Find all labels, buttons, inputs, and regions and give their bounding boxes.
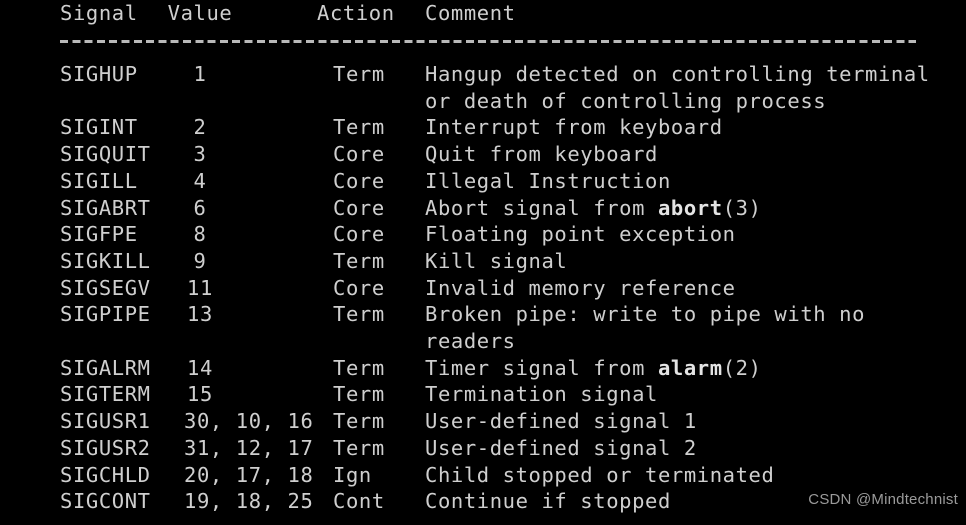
- table-row: SIGFPE 8 Core Floating point exception: [0, 221, 966, 248]
- terminal-screen: Signal Value Action Comment SIGHUP 1 Term H…: [0, 0, 966, 525]
- table-row: SIGQUIT 3 Core Quit from keyboard: [0, 141, 966, 168]
- cell-signal-name: SIGSEGV: [60, 275, 151, 300]
- comment-section-suffix: (3): [722, 195, 762, 220]
- table-row: SIGUSR2 31, 12, 17 Term User-defined signal…: [0, 435, 966, 462]
- table-row: SIGALRM 14 Term Timer signal from alarm(2): [0, 355, 966, 382]
- column-header-action: Action: [317, 1, 395, 25]
- cell-comment: Timer signal from alarm(2): [425, 355, 762, 382]
- cell-default-action: Term: [333, 435, 385, 460]
- cell-comment: Hangup detected on controlling terminal: [425, 62, 930, 86]
- cell-default-action: Term: [333, 115, 385, 140]
- cell-signal-name: SIGKILL: [60, 248, 151, 273]
- column-header-value: Value: [167, 1, 233, 25]
- cell-signal-name: SIGCONT: [60, 489, 151, 514]
- cell-signal-value: 8: [193, 222, 207, 247]
- table-row-continuation: or death of controlling process: [0, 88, 966, 115]
- cell-comment: Invalid memory reference: [425, 275, 736, 300]
- cell-signal-value: 31, 12, 17: [184, 435, 314, 460]
- cell-signal-value: 19, 18, 25: [184, 489, 314, 514]
- table-row: SIGCHLD 20, 17, 18 Ign Child stopped or ter…: [0, 462, 966, 489]
- cell-signal-value: 15: [187, 382, 213, 407]
- cell-comment: Floating point exception: [425, 222, 736, 247]
- table-row: SIGHUP 1 Term Hangup detected on controllin…: [0, 61, 966, 88]
- separator-dashes: [60, 40, 916, 43]
- cell-comment-continued: or death of controlling process: [425, 88, 827, 113]
- cell-signal-name: SIGILL: [60, 168, 138, 193]
- cell-comment: Abort signal from abort(3): [425, 195, 762, 222]
- watermark-label: CSDN @Mindtechnist: [808, 491, 958, 508]
- cell-comment: Termination signal: [425, 382, 658, 407]
- comment-function-name: abort: [657, 195, 723, 220]
- comment-section-suffix: (2): [722, 355, 762, 380]
- cell-signal-name: SIGHUP: [60, 62, 138, 86]
- cell-default-action: Ign: [333, 462, 372, 487]
- cell-comment: Quit from keyboard: [425, 142, 658, 167]
- cell-default-action: Core: [333, 168, 385, 193]
- cell-default-action: Term: [333, 248, 385, 273]
- cell-signal-name: SIGFPE: [60, 222, 138, 247]
- cell-signal-value: 9: [193, 248, 207, 273]
- cell-comment: Child stopped or terminated: [425, 462, 775, 487]
- cell-signal-value: 20, 17, 18: [184, 462, 314, 487]
- comment-text: Timer signal from: [425, 355, 658, 380]
- cell-signal-value: 2: [193, 115, 207, 140]
- cell-signal-name: SIGABRT: [60, 195, 151, 220]
- cell-comment: Continue if stopped: [425, 489, 671, 514]
- cell-signal-name: SIGINT: [60, 115, 138, 140]
- table-row: SIGILL 4 Core Illegal Instruction: [0, 168, 966, 195]
- cell-signal-value: 11: [187, 275, 213, 300]
- cell-signal-value: 30, 10, 16: [184, 409, 314, 434]
- column-header-signal: Signal: [60, 1, 138, 25]
- cell-signal-value: 13: [187, 302, 213, 327]
- table-row: SIGTERM 15 Term Termination signal: [0, 381, 966, 408]
- comment-function-name: alarm: [657, 355, 723, 380]
- cell-signal-value: 1: [193, 62, 207, 86]
- comment-text: Abort signal from: [425, 195, 658, 220]
- cell-signal-name: SIGUSR1: [60, 409, 151, 434]
- cell-signal-value: 14: [187, 355, 213, 380]
- cell-comment: User-defined signal 2: [425, 435, 697, 460]
- cell-signal-name: SIGPIPE: [60, 302, 151, 327]
- table-row: SIGKILL 9 Term Kill signal: [0, 248, 966, 275]
- table-row-continuation: readers: [0, 328, 966, 355]
- cell-comment-continued: readers: [425, 329, 516, 353]
- table-row: SIGSEGV 11 Core Invalid memory reference: [0, 275, 966, 302]
- cell-comment: Illegal Instruction: [425, 168, 671, 193]
- cell-signal-name: SIGCHLD: [60, 462, 151, 487]
- table-header-row: Signal Value Action Comment: [0, 0, 515, 27]
- header-separator-rule: [60, 40, 916, 43]
- table-row: SIGABRT 6 Core Abort signal from abort(3): [0, 195, 966, 222]
- cell-comment: User-defined signal 1: [425, 409, 697, 434]
- cell-comment: Interrupt from keyboard: [425, 115, 723, 140]
- cell-default-action: Term: [333, 62, 385, 86]
- cell-default-action: Term: [333, 355, 385, 380]
- table-row: SIGUSR1 30, 10, 16 Term User-defined signal…: [0, 408, 966, 435]
- column-header-comment: Comment: [425, 1, 516, 25]
- cell-default-action: Core: [333, 142, 385, 167]
- cell-default-action: Core: [333, 195, 385, 220]
- cell-signal-name: SIGTERM: [60, 382, 151, 407]
- cell-default-action: Term: [333, 409, 385, 434]
- table-row: SIGINT 2 Term Interrupt from keyboard: [0, 114, 966, 141]
- cell-default-action: Core: [333, 222, 385, 247]
- cell-default-action: Core: [333, 275, 385, 300]
- cell-comment: Broken pipe: write to pipe with no: [425, 302, 866, 327]
- cell-default-action: Cont: [333, 489, 385, 514]
- cell-default-action: Term: [333, 302, 385, 327]
- cell-signal-value: 4: [193, 168, 207, 193]
- cell-signal-name: SIGALRM: [60, 355, 151, 380]
- cell-signal-name: SIGQUIT: [60, 142, 151, 167]
- cell-signal-value: 6: [193, 195, 207, 220]
- cell-signal-name: SIGUSR2: [60, 435, 151, 460]
- cell-comment: Kill signal: [425, 248, 568, 273]
- cell-signal-value: 3: [193, 142, 207, 167]
- table-row: SIGPIPE 13 Term Broken pipe: write to pipe …: [0, 301, 966, 328]
- cell-default-action: Term: [333, 382, 385, 407]
